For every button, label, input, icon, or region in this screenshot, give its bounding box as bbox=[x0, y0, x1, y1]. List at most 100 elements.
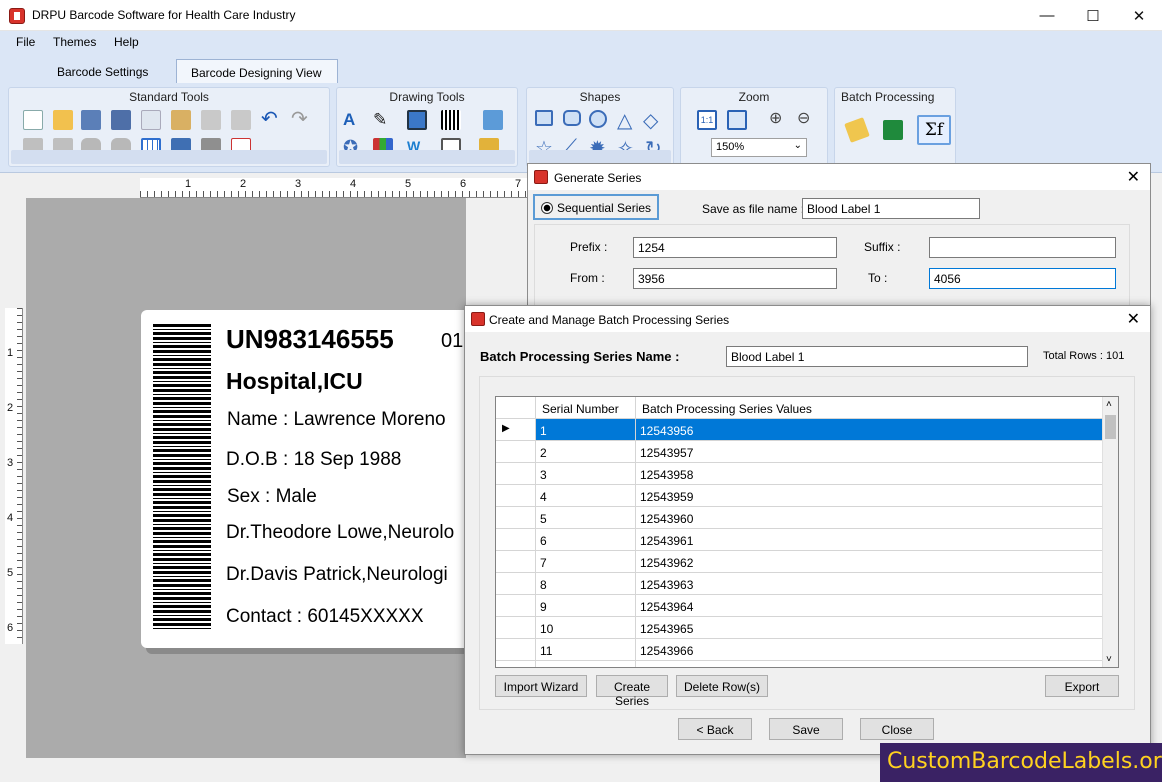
paste-icon[interactable] bbox=[171, 110, 191, 130]
cell-serial[interactable]: 7 bbox=[536, 551, 636, 573]
cell-value[interactable]: 12543963 bbox=[636, 573, 1102, 595]
export-button[interactable]: Export bbox=[1045, 675, 1119, 697]
save-as-icon[interactable] bbox=[111, 110, 131, 130]
cell-serial[interactable]: 10 bbox=[536, 617, 636, 639]
maximize-icon[interactable]: ☐ bbox=[1070, 0, 1116, 31]
table-row[interactable]: 1212543967 bbox=[496, 661, 1102, 667]
ellipse-icon[interactable] bbox=[589, 110, 607, 128]
cell-serial[interactable]: 5 bbox=[536, 507, 636, 529]
cell-serial[interactable]: 2 bbox=[536, 441, 636, 463]
formula-icon[interactable]: Σf bbox=[917, 115, 951, 145]
cell-value[interactable]: 12543960 bbox=[636, 507, 1102, 529]
tab-barcode-settings[interactable]: Barcode Settings bbox=[43, 59, 162, 83]
save-button[interactable]: Save bbox=[769, 718, 843, 740]
new-file-icon[interactable] bbox=[23, 110, 43, 130]
delete-icon[interactable] bbox=[231, 110, 251, 130]
cell-serial[interactable]: 1 bbox=[536, 419, 636, 441]
cell-value[interactable]: 12543964 bbox=[636, 595, 1102, 617]
sequential-series-radio[interactable]: Sequential Series bbox=[533, 194, 659, 220]
column-header-serial[interactable]: Serial Number bbox=[536, 397, 636, 419]
prefix-input[interactable]: 1254 bbox=[633, 237, 837, 258]
table-row[interactable]: 2 12543957 bbox=[496, 441, 1102, 463]
cell-value[interactable]: 12543967 bbox=[636, 661, 1102, 667]
cell-value[interactable]: 12543958 bbox=[636, 463, 1102, 485]
cut-icon[interactable] bbox=[201, 110, 221, 130]
table-row[interactable]: 7 12543962 bbox=[496, 551, 1102, 573]
cell-value[interactable]: 12543965 bbox=[636, 617, 1102, 639]
series-name-input[interactable]: Blood Label 1 bbox=[726, 346, 1028, 367]
cell-value[interactable]: 12543956 bbox=[636, 419, 1102, 441]
to-input[interactable]: 4056 bbox=[929, 268, 1116, 289]
barcode-label[interactable]: UN983146555 01 Hospital,ICU Name : Lawre… bbox=[141, 310, 481, 648]
picture-icon[interactable] bbox=[407, 110, 427, 130]
cell-value[interactable]: 12543961 bbox=[636, 529, 1102, 551]
copy-icon[interactable] bbox=[141, 110, 161, 130]
close-icon[interactable]: ✕ bbox=[1127, 309, 1140, 329]
cell-serial[interactable]: 4 bbox=[536, 485, 636, 507]
fit-to-window-icon[interactable] bbox=[727, 110, 747, 130]
cell-serial[interactable]: 11 bbox=[536, 639, 636, 661]
table-row[interactable]: 3 12543958 bbox=[496, 463, 1102, 485]
tab-row: Barcode Settings Barcode Designing View bbox=[0, 55, 1162, 83]
pen-icon[interactable]: ✎ bbox=[373, 110, 393, 130]
group-shapes: Shapes △ ◇ ☆ ⟋ ✹ ✧ ↻ bbox=[526, 87, 674, 167]
diamond-icon[interactable]: ◇ bbox=[643, 108, 663, 132]
scroll-down-icon[interactable]: ˅ bbox=[1106, 654, 1112, 665]
tab-barcode-designing-view[interactable]: Barcode Designing View bbox=[176, 59, 338, 83]
cell-serial[interactable]: 3 bbox=[536, 463, 636, 485]
scroll-up-icon[interactable]: ˄ bbox=[1106, 399, 1112, 410]
cell-serial[interactable]: 9 bbox=[536, 595, 636, 617]
text-tool-icon[interactable]: A bbox=[343, 110, 363, 130]
back-button[interactable]: < Back bbox=[678, 718, 752, 740]
import-wizard-button[interactable]: Import Wizard bbox=[495, 675, 587, 697]
save-icon[interactable] bbox=[81, 110, 101, 130]
cell-serial[interactable]: 6 bbox=[536, 529, 636, 551]
table-row[interactable]: 5 12543960 bbox=[496, 507, 1102, 529]
zoom-select[interactable]: 150% ⌄ bbox=[711, 138, 807, 157]
ruler-label: 1 bbox=[185, 178, 192, 190]
series-grid[interactable]: Serial Number Batch Processing Series Va… bbox=[495, 396, 1119, 668]
barcode-icon[interactable] bbox=[441, 110, 461, 130]
cell-serial[interactable]: 8 bbox=[536, 573, 636, 595]
table-row[interactable]: 6 12543961 bbox=[496, 529, 1102, 551]
table-row[interactable]: 8 12543963 bbox=[496, 573, 1102, 595]
cell-value[interactable]: 12543957 bbox=[636, 441, 1102, 463]
cell-value[interactable]: 12543966 bbox=[636, 639, 1102, 661]
column-header-values[interactable]: Batch Processing Series Values bbox=[636, 397, 1102, 419]
undo-icon[interactable]: ↶ bbox=[261, 109, 281, 130]
triangle-icon[interactable]: △ bbox=[617, 108, 637, 132]
label-name: Name : Lawrence Moreno bbox=[227, 409, 446, 430]
menu-file[interactable]: File bbox=[16, 35, 35, 49]
image-icon[interactable] bbox=[483, 110, 503, 130]
table-row[interactable]: 9 12543964 bbox=[496, 595, 1102, 617]
table-row[interactable]: 4 12543959 bbox=[496, 485, 1102, 507]
actual-size-icon[interactable]: 1:1 bbox=[697, 110, 717, 130]
minimize-icon[interactable]: — bbox=[1024, 0, 1070, 31]
cell-serial[interactable]: 12 bbox=[536, 661, 636, 667]
rectangle-icon[interactable] bbox=[535, 110, 553, 126]
delete-rows-button[interactable]: Delete Row(s) bbox=[676, 675, 768, 697]
redo-icon[interactable]: ↷ bbox=[291, 109, 311, 130]
close-icon[interactable]: ✕ bbox=[1116, 0, 1162, 31]
save-as-input[interactable]: Blood Label 1 bbox=[802, 198, 980, 219]
excel-import-icon[interactable] bbox=[883, 120, 903, 140]
scroll-thumb[interactable] bbox=[1105, 415, 1116, 439]
table-row[interactable]: 11 12543966 bbox=[496, 639, 1102, 661]
table-row[interactable]: 10 12543965 bbox=[496, 617, 1102, 639]
menu-help[interactable]: Help bbox=[114, 35, 139, 49]
grid-scrollbar[interactable]: ˄ ˅ bbox=[1102, 397, 1118, 667]
close-icon[interactable]: ✕ bbox=[1127, 167, 1140, 187]
zoom-out-icon[interactable]: ⊖ bbox=[797, 108, 817, 128]
menu-themes[interactable]: Themes bbox=[53, 35, 96, 49]
suffix-input[interactable] bbox=[929, 237, 1116, 258]
zoom-in-icon[interactable]: ⊕ bbox=[769, 108, 789, 128]
open-folder-icon[interactable] bbox=[53, 110, 73, 130]
from-input[interactable]: 3956 bbox=[633, 268, 837, 289]
cell-value[interactable]: 12543959 bbox=[636, 485, 1102, 507]
cell-value[interactable]: 12543962 bbox=[636, 551, 1102, 573]
edit-series-icon[interactable] bbox=[844, 117, 870, 143]
close-button[interactable]: Close bbox=[860, 718, 934, 740]
rounded-rectangle-icon[interactable] bbox=[563, 110, 581, 126]
create-series-button[interactable]: Create Series bbox=[596, 675, 668, 708]
table-row[interactable]: ▶ 1 12543956 bbox=[496, 419, 1102, 441]
